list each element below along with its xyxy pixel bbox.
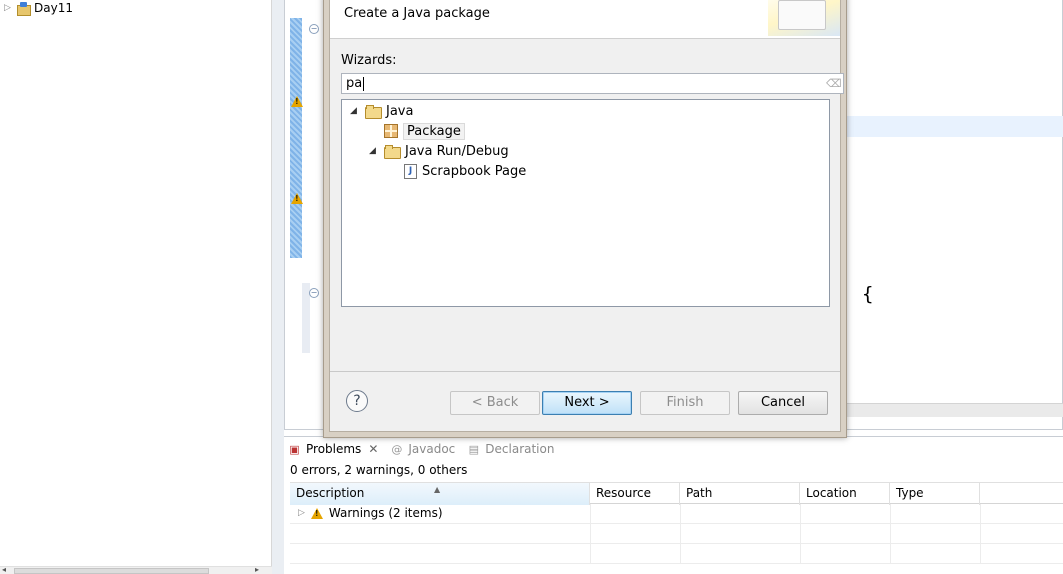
declaration-icon: ▤: [468, 442, 479, 456]
expand-arrow-icon[interactable]: ▷: [4, 4, 12, 13]
code-brace: {: [862, 283, 874, 305]
view-sash[interactable]: [272, 0, 284, 574]
table-header: ▲ Description Resource Path Location Typ…: [290, 482, 1063, 505]
fold-collapse-icon[interactable]: −: [309, 288, 319, 298]
cell-divider: [890, 544, 891, 564]
next-button[interactable]: Next >: [542, 391, 632, 415]
sort-ascending-icon: ▲: [434, 485, 441, 494]
scrollbar-thumb[interactable]: [14, 568, 209, 574]
tab-javadoc[interactable]: @ Javadoc: [386, 437, 463, 461]
cell-divider: [890, 524, 891, 544]
table-row: [290, 524, 1063, 544]
tree-item-scrapbook-page[interactable]: J Scrapbook Page: [404, 162, 526, 180]
problems-icon: ▣: [289, 442, 300, 456]
expand-arrow-icon[interactable]: ▷: [298, 508, 305, 518]
cell-divider: [680, 504, 681, 524]
scrapbook-icon: J: [404, 163, 417, 179]
cell-divider: [980, 524, 981, 544]
tree-item-label: Java: [386, 103, 414, 119]
wizard-banner-image: [768, 0, 840, 36]
cell-divider: [890, 504, 891, 524]
button-bar-separator: [330, 371, 840, 372]
warning-marker-icon[interactable]: [291, 193, 303, 204]
cell-divider: [680, 524, 681, 544]
dialog-banner: Create a Java package: [330, 0, 840, 39]
column-label: Type: [896, 486, 924, 500]
java-project-icon: [16, 1, 31, 16]
wizard-tree[interactable]: ◢ Java Package ◢ Java Run/Debug J Scrapb…: [341, 99, 830, 307]
explorer-horizontal-scrollbar[interactable]: ◂ ▸: [0, 565, 272, 574]
tab-label: Declaration: [485, 442, 555, 456]
scroll-right-icon[interactable]: ▸: [255, 565, 259, 574]
column-header-location[interactable]: Location: [800, 483, 890, 505]
scroll-left-icon[interactable]: ◂: [2, 565, 6, 574]
dialog-body: Create a Java package Wizards: pa ⌫ ◢ Ja…: [329, 0, 844, 432]
cancel-button[interactable]: Cancel: [738, 391, 828, 415]
finish-button[interactable]: Finish: [640, 391, 730, 415]
column-label: Path: [686, 486, 713, 500]
cell-divider: [980, 544, 981, 564]
help-button[interactable]: ?: [346, 390, 368, 412]
filter-text: pa: [346, 76, 363, 91]
column-label: Location: [806, 486, 857, 500]
warning-icon: [310, 507, 323, 519]
editor-horizontal-scrollbar[interactable]: [840, 403, 1063, 417]
project-label: Day11: [34, 1, 73, 15]
column-header-path[interactable]: Path: [680, 483, 800, 505]
tree-item-java-run-debug[interactable]: ◢ Java Run/Debug: [369, 142, 509, 160]
tree-item-project[interactable]: ▷ Day11: [4, 0, 73, 16]
tree-item-label: Package: [403, 122, 465, 140]
view-tabs: ▣ Problems ✕ @ Javadoc ▤ Declaration: [284, 437, 562, 461]
column-label: Resource: [596, 486, 652, 500]
cell-divider: [590, 504, 591, 524]
tab-problems[interactable]: ▣ Problems ✕: [284, 437, 387, 461]
problems-table: ▲ Description Resource Path Location Typ…: [290, 482, 1063, 574]
table-row[interactable]: ▷ Warnings (2 items): [290, 504, 1063, 524]
tab-label: Javadoc: [408, 442, 456, 456]
eclipse-window: ▷ Day11 ◂ ▸ − − { ▣ Problems ✕ @ Javadoc: [0, 0, 1063, 574]
row-description: Warnings (2 items): [328, 506, 443, 520]
column-header-type[interactable]: Type: [890, 483, 980, 505]
folder-icon: [384, 145, 401, 159]
tree-item-label: Scrapbook Page: [422, 163, 527, 179]
cell-divider: [590, 544, 591, 564]
wizard-filter-input[interactable]: pa ⌫: [341, 73, 844, 94]
cell-divider: [800, 524, 801, 544]
current-line-highlight: [846, 116, 1063, 137]
text-caret: [363, 76, 365, 91]
collapse-arrow-icon[interactable]: ◢: [369, 146, 379, 156]
collapse-arrow-icon[interactable]: ◢: [350, 106, 360, 116]
column-label: Description: [296, 486, 365, 500]
dialog-message: Create a Java package: [344, 6, 490, 21]
warnings-group[interactable]: ▷ Warnings (2 items): [298, 506, 443, 520]
tree-item-label: Java Run/Debug: [405, 143, 509, 159]
clear-filter-icon[interactable]: ⌫: [826, 77, 842, 90]
column-header-resource[interactable]: Resource: [590, 483, 680, 505]
cell-divider: [590, 524, 591, 544]
tree-item-package[interactable]: Package: [384, 122, 465, 140]
cell-divider: [800, 544, 801, 564]
package-icon: [384, 124, 398, 138]
package-explorer: ▷ Day11 ◂ ▸: [0, 0, 272, 574]
column-header-description[interactable]: ▲ Description: [290, 483, 590, 505]
problems-view: ▣ Problems ✕ @ Javadoc ▤ Declaration 0 e…: [284, 436, 1063, 574]
folder-icon: [365, 105, 382, 119]
problems-summary: 0 errors, 2 warnings, 0 others: [290, 463, 468, 477]
warning-marker-icon[interactable]: [291, 96, 303, 107]
new-wizard-dialog: Create a Java package Wizards: pa ⌫ ◢ Ja…: [323, 0, 847, 438]
cell-divider: [800, 504, 801, 524]
tree-item-java[interactable]: ◢ Java: [350, 102, 413, 120]
editor-quick-diff-ruler: [290, 18, 302, 258]
tab-label: Problems: [306, 442, 362, 456]
table-row: [290, 544, 1063, 564]
close-icon[interactable]: ✕: [368, 442, 378, 456]
fold-collapse-icon[interactable]: −: [309, 24, 319, 34]
cell-divider: [680, 544, 681, 564]
cell-divider: [980, 504, 981, 524]
wizards-label: Wizards:: [341, 53, 397, 68]
tab-declaration[interactable]: ▤ Declaration: [463, 437, 562, 461]
at-icon: @: [391, 442, 403, 456]
back-button[interactable]: < Back: [450, 391, 540, 415]
